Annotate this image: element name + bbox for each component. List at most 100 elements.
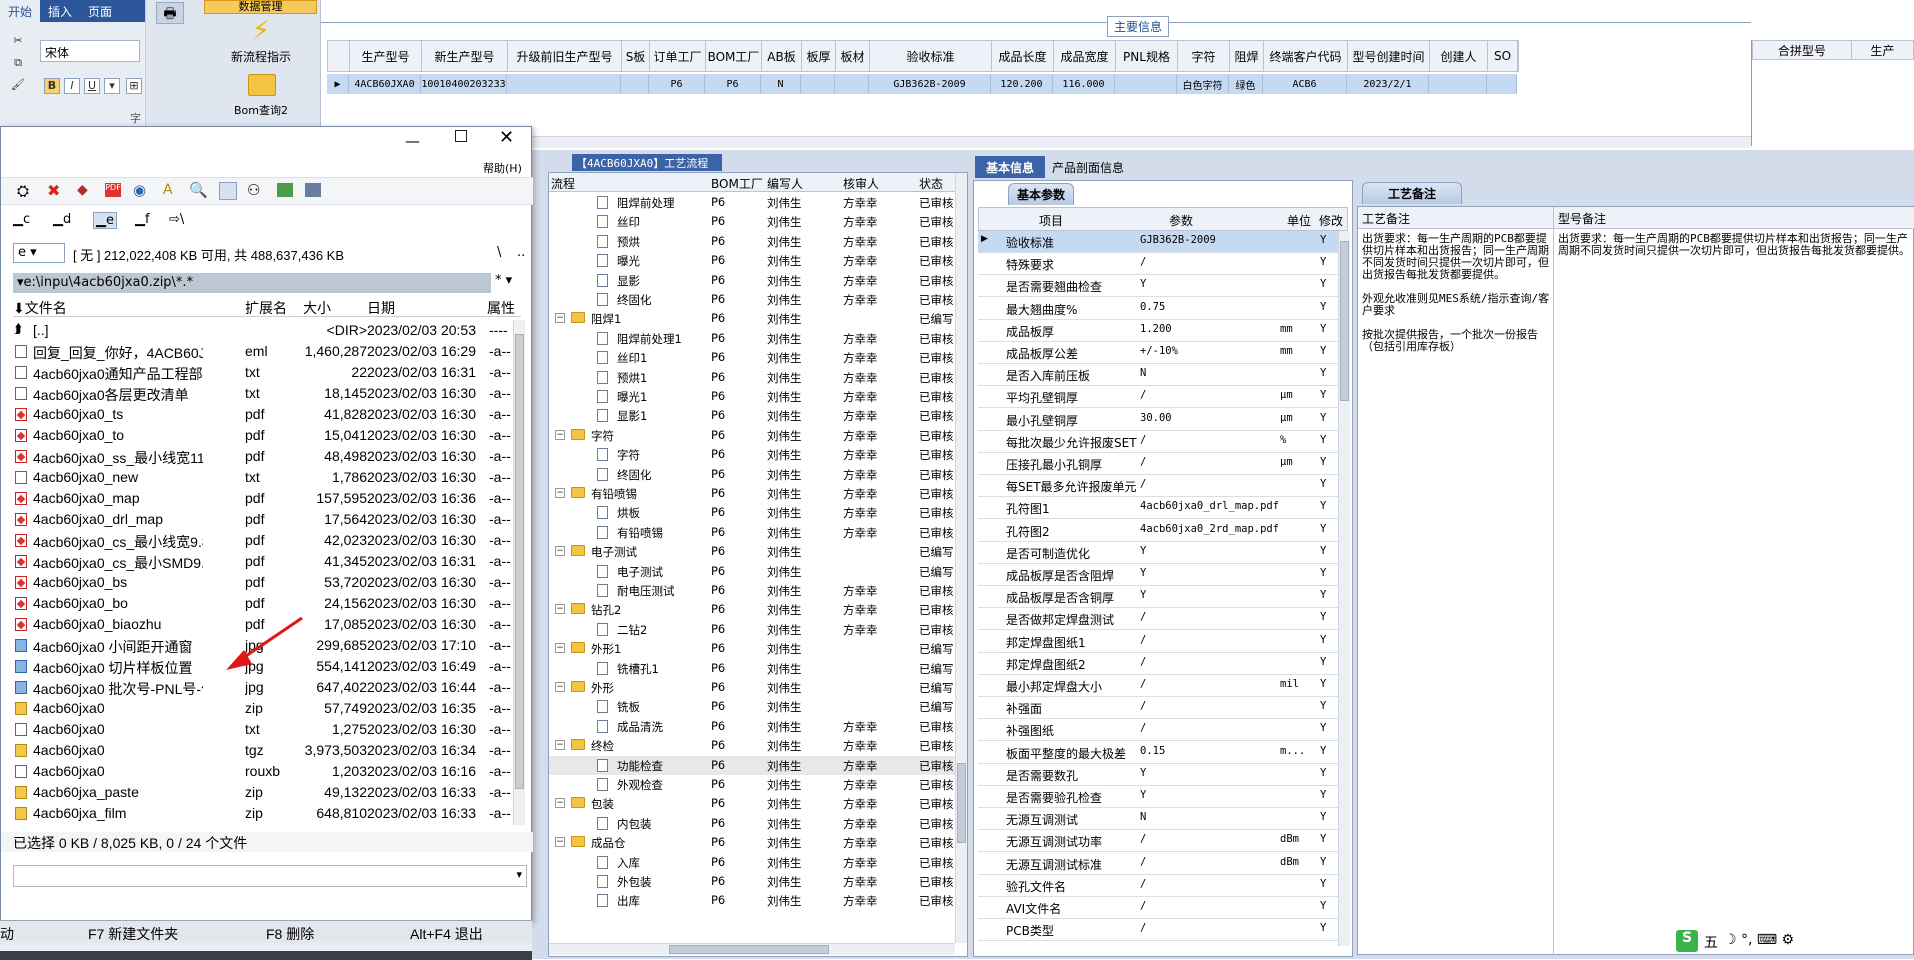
param-row[interactable]: 平均孔壁铜厚 / μm Y xyxy=(978,386,1348,409)
process-row[interactable]: − 外形 P6 刘伟生 已编写 xyxy=(549,678,959,697)
underline-button[interactable]: U xyxy=(84,78,100,94)
grid-cell[interactable]: P6 xyxy=(705,74,761,94)
col-header[interactable]: 升级前旧生产型号 xyxy=(508,41,622,71)
file-row[interactable]: 4acb60jxa0 tgz 3,973,503 2023/02/03 16:34 -a… xyxy=(13,740,521,761)
param-row[interactable]: 最大翘曲度% 0.75 Y xyxy=(978,298,1348,320)
grid-cell[interactable]: ACB6 xyxy=(1263,74,1347,94)
process-row[interactable]: 预烘1 P6 刘伟生 方幸幸 已审核 xyxy=(549,368,959,387)
process-row[interactable]: 终固化 P6 刘伟生 方幸幸 已审核 xyxy=(549,290,959,309)
param-row[interactable]: ▶ 验收标准 GJB362B-2009 Y xyxy=(978,231,1348,253)
border-button[interactable]: ⊞ xyxy=(126,78,142,94)
col-header[interactable]: 生产型号 xyxy=(350,41,422,71)
param-row[interactable]: 特殊要求 / Y xyxy=(978,253,1348,276)
collapse-icon[interactable]: − xyxy=(555,546,565,557)
fkey-f8[interactable]: F8 删除 xyxy=(266,924,314,944)
param-row[interactable]: 成品板厚是否含阻焊 Y Y xyxy=(978,564,1348,586)
col-header[interactable]: 板材 xyxy=(836,41,870,71)
tab-basic-params[interactable]: 基本参数 xyxy=(1008,183,1074,205)
param-row[interactable]: 每批次最少允许报废SET /% Y xyxy=(978,431,1348,453)
grid-cell[interactable]: 2023/2/1 xyxy=(1347,74,1429,94)
main-hscroll[interactable] xyxy=(327,136,1751,148)
process-row[interactable]: 铣槽孔1 P6 刘伟生 已编写 xyxy=(549,659,959,678)
process-vscroll[interactable] xyxy=(955,173,967,943)
process-row[interactable]: 成品清洗 P6 刘伟生 方幸幸 已审核 xyxy=(549,717,959,736)
process-row[interactable]: 二钻2 P6 刘伟生 方幸幸 已审核 xyxy=(549,620,959,639)
col-header[interactable]: BOM工厂 xyxy=(706,41,762,71)
param-row[interactable]: 验孔文件名 / Y xyxy=(978,875,1348,897)
param-row[interactable]: 是否需要验孔检查 Y Y xyxy=(978,786,1348,808)
file-row[interactable]: 4acb60jxa0_map pdf 157,595 2023/02/03 16:36… xyxy=(13,488,521,509)
file-row[interactable]: 4acb60jxa0通知产品工程部... txt 22 2023/02/03 16:3… xyxy=(13,362,521,383)
param-row[interactable]: 邦定焊盘图纸2 / Y xyxy=(978,653,1348,675)
param-row[interactable]: 是否需要数孔 Y Y xyxy=(978,764,1348,786)
pdf-icon[interactable]: PDF xyxy=(105,183,121,197)
process-row[interactable]: 入库 P6 刘伟生 方幸幸 已审核 xyxy=(549,853,959,872)
process-row[interactable]: 出库 P6 刘伟生 方幸幸 已审核 xyxy=(549,891,959,910)
col-header[interactable]: 板厚 xyxy=(802,41,836,71)
fkey-f6[interactable]: 动 xyxy=(0,924,14,944)
param-row[interactable]: 补强面 / Y xyxy=(978,697,1348,720)
grid-cell[interactable] xyxy=(1429,74,1487,94)
col-header[interactable]: 终端客户代码 xyxy=(1264,41,1348,71)
file-row[interactable]: 4acb60jxa0_cs_最小SMD9.84 pdf 41,345 2023/02/… xyxy=(13,551,521,572)
process-row[interactable]: 曝光 P6 刘伟生 方幸幸 已审核 xyxy=(549,251,959,270)
ime-mode[interactable]: 五 xyxy=(1704,932,1718,952)
file-row[interactable]: ⮭ [..] <DIR> 2023/02/03 20:53 ---- xyxy=(13,320,521,341)
grid-cell[interactable]: N xyxy=(761,74,801,94)
collapse-icon[interactable]: − xyxy=(555,837,565,848)
param-row[interactable]: 成品板厚公差 +/-10% mm Y xyxy=(978,342,1348,364)
drive-e[interactable]: ▁e xyxy=(93,212,117,229)
col-filename[interactable]: ⬇文件名 xyxy=(13,298,67,318)
fkey-altf4[interactable]: Alt+F4 退出 xyxy=(410,924,483,944)
lightning-icon[interactable]: ⚡ xyxy=(246,16,276,46)
ime-tools[interactable]: ☽ °, ⌨ ⚙ xyxy=(1724,932,1794,948)
filter-button[interactable]: * ▾ xyxy=(495,273,512,288)
file-row[interactable]: 4acb60jxa0_ts pdf 41,828 2023/02/03 16:30 -a… xyxy=(13,404,521,425)
process-note-text[interactable]: 出货要求：每一生产周期的PCB都要提供切片样本和出货报告；同一生产周期不同发货时… xyxy=(1362,233,1552,353)
maximize-button[interactable] xyxy=(455,130,467,142)
process-row[interactable]: 有铅喷锡 P6 刘伟生 方幸幸 已审核 xyxy=(549,523,959,542)
params-vscroll[interactable] xyxy=(1338,231,1350,946)
collapse-icon[interactable]: − xyxy=(555,798,565,809)
collapse-icon[interactable]: − xyxy=(555,740,565,751)
font-name-box[interactable]: 宋体 xyxy=(40,40,140,62)
col-ext[interactable]: 扩展名 xyxy=(245,298,287,318)
process-row[interactable]: 电子测试 P6 刘伟生 已编写 xyxy=(549,562,959,581)
col-header[interactable]: 成品长度 xyxy=(992,41,1054,71)
param-row[interactable]: 无源互调测试标准 / dBm Y xyxy=(978,853,1348,875)
col-header[interactable]: 订单工厂 xyxy=(650,41,706,71)
param-row[interactable]: 板面平整度的最大极差 0.15 m... Y xyxy=(978,742,1348,764)
process-row[interactable]: 丝印1 P6 刘伟生 方幸幸 已审核 xyxy=(549,348,959,367)
col-size[interactable]: 大小 xyxy=(303,298,331,318)
param-row[interactable]: 无源互调测试 N Y xyxy=(978,808,1348,831)
grid-cell[interactable]: P6 xyxy=(649,74,705,94)
main-grid-row[interactable]: ▶ 4ACB60JXA0 10010400203233 P6 P6 N GJB362B-20… xyxy=(327,74,1517,94)
italic-button[interactable]: I xyxy=(64,78,80,94)
process-row[interactable]: − 电子测试 P6 刘伟生 已编写 xyxy=(549,542,959,561)
collapse-icon[interactable]: − xyxy=(555,643,565,654)
col-header[interactable]: 阻焊 xyxy=(1230,41,1264,71)
col-attr[interactable]: 属性 xyxy=(487,298,515,318)
fkey-f7[interactable]: F7 新建文件夹 xyxy=(88,924,178,944)
cut-icon[interactable]: ✂ xyxy=(10,34,26,50)
file-row[interactable]: 4acb60jxa_paste zip 49,132 2023/02/03 16:33… xyxy=(13,782,521,803)
cube-icon[interactable]: ◆ xyxy=(77,182,88,198)
param-row[interactable]: AVI文件名 / Y xyxy=(978,897,1348,919)
path-bar[interactable]: ▾e:\inpu\4acb60jxa0.zip\*.* xyxy=(13,273,491,293)
param-row[interactable]: 最小孔壁铜厚 30.00 μm Y xyxy=(978,409,1348,431)
grid-cell[interactable]: 绿色 xyxy=(1229,74,1263,94)
font-icon[interactable]: A xyxy=(163,182,173,198)
file-row[interactable]: 回复_回复_你好，4ACB60JX...eml1,460,2872023/02/… xyxy=(13,341,521,362)
col-header[interactable]: AB板 xyxy=(762,41,802,71)
process-row[interactable]: 耐电压测试 P6 刘伟生 方幸幸 已审核 xyxy=(549,581,959,600)
tab-page[interactable]: 页面 xyxy=(80,0,120,22)
process-row[interactable]: − 成品仓 P6 刘伟生 方幸幸 已审核 xyxy=(549,833,959,852)
param-row[interactable]: 是否入库前压板 N Y xyxy=(978,364,1348,387)
col-header[interactable]: 新生产型号 xyxy=(422,41,508,71)
tab-process-notes[interactable]: 工艺备注 xyxy=(1362,182,1462,204)
col-date[interactable]: 日期 xyxy=(367,298,395,318)
file-vscroll[interactable] xyxy=(513,320,525,825)
process-row[interactable]: 曝光1 P6 刘伟生 方幸幸 已审核 xyxy=(549,387,959,406)
copy-icon[interactable]: ⧉ xyxy=(10,56,26,72)
ime-logo-icon[interactable]: S xyxy=(1676,930,1698,952)
